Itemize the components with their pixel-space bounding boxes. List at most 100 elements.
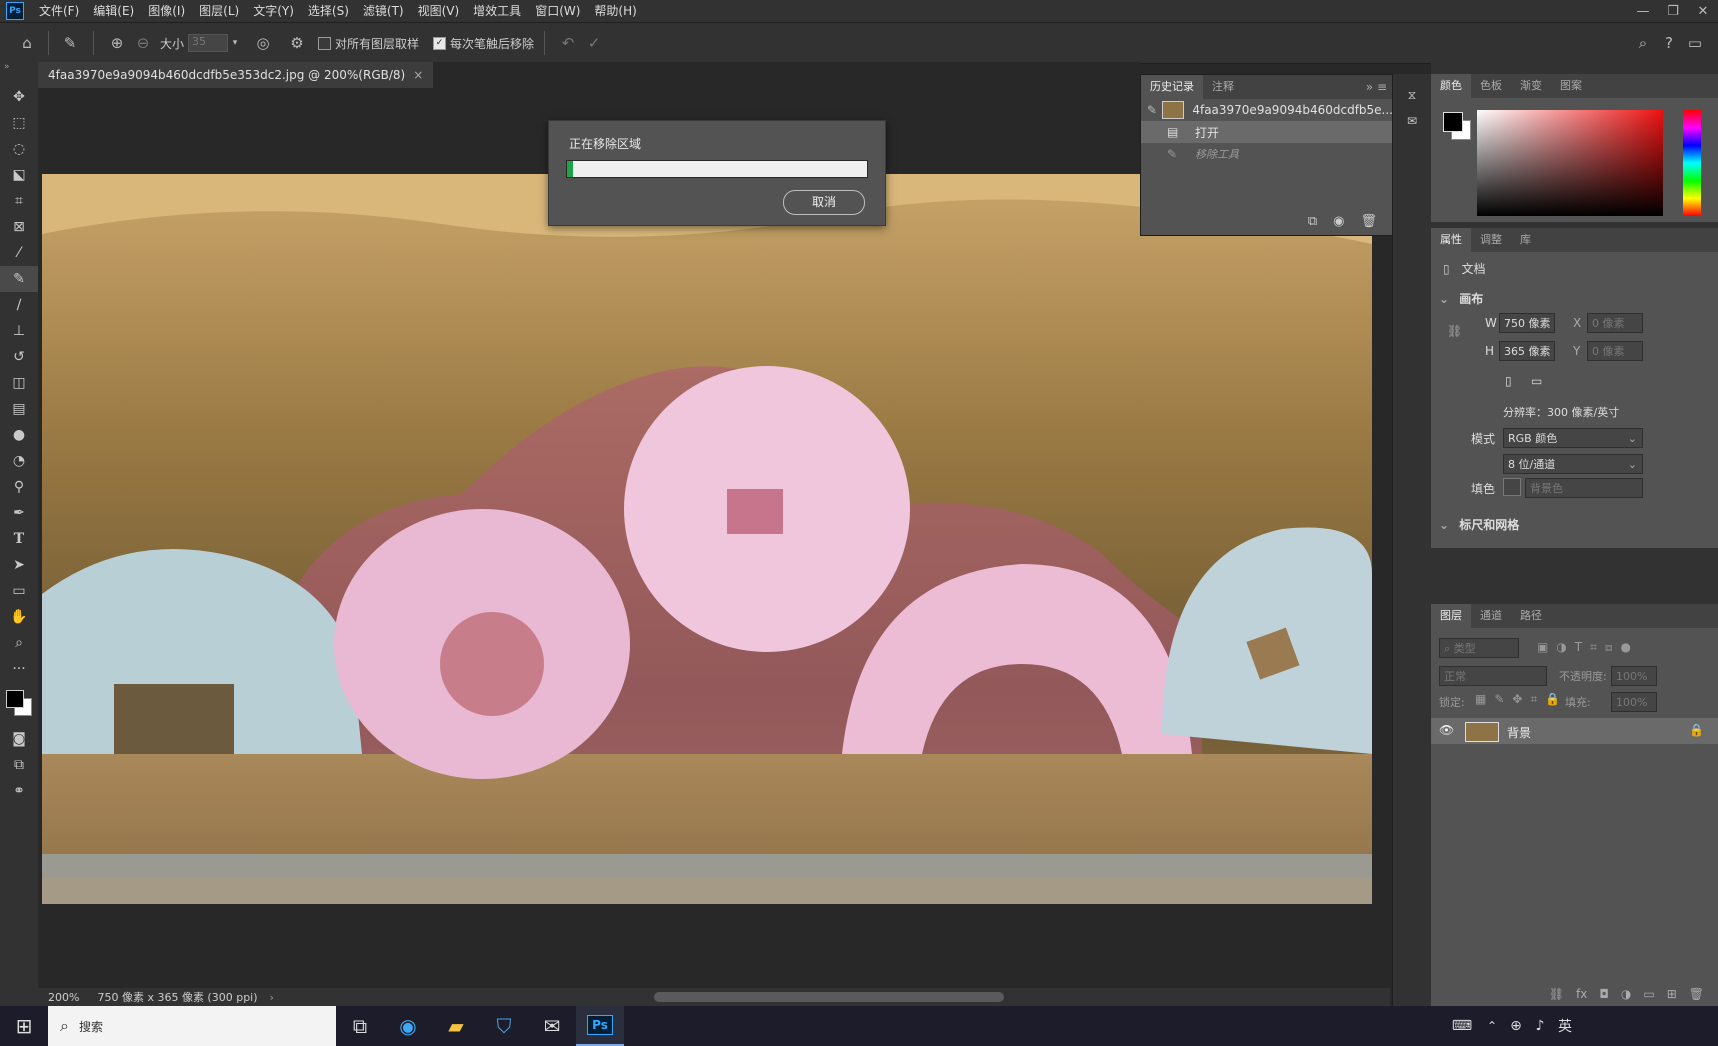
fill-color-swatch[interactable] bbox=[1503, 478, 1521, 496]
rulers-grids-section-header[interactable]: ⌄ 标尺和网格 bbox=[1439, 516, 1519, 533]
tab-gradients[interactable]: 渐变 bbox=[1511, 74, 1551, 98]
sample-all-layers-checkbox[interactable]: 对所有图层取样 bbox=[318, 35, 419, 52]
lock-icons[interactable]: ▦✎✥⌗🔒 bbox=[1475, 692, 1568, 707]
layer-filter-icons[interactable]: ▣◑T⌗⧈● bbox=[1537, 640, 1639, 655]
gear-icon[interactable]: ⚙ bbox=[284, 30, 310, 56]
camera-snapshot-icon[interactable]: ◉ bbox=[1333, 214, 1344, 229]
panel-menu-icon[interactable]: » ≡ bbox=[1366, 80, 1393, 94]
tab-properties[interactable]: 属性 bbox=[1431, 228, 1471, 252]
screen-mode-icon[interactable]: ⧉ bbox=[0, 752, 38, 778]
keyboard-icon[interactable]: ⌨ bbox=[1444, 1006, 1480, 1046]
history-panel-icon[interactable]: ⧖ bbox=[1393, 82, 1431, 108]
type-tool-icon[interactable]: T bbox=[0, 526, 38, 552]
menu-image[interactable]: 图像(I) bbox=[141, 0, 192, 22]
tab-swatches[interactable]: 色板 bbox=[1471, 74, 1511, 98]
network-globe-icon[interactable]: ⊕ bbox=[1504, 1006, 1528, 1046]
brush-tool-icon[interactable]: ∕ bbox=[0, 292, 38, 318]
tab-history[interactable]: 历史记录 bbox=[1141, 75, 1203, 99]
remove-after-stroke-checkbox[interactable]: ✓ 每次笔触后移除 bbox=[433, 35, 534, 52]
history-step-remove-tool[interactable]: ✎ 移除工具 bbox=[1141, 143, 1393, 165]
foreground-color-swatch[interactable] bbox=[6, 690, 24, 708]
remove-tool-preset-icon[interactable]: ✎ bbox=[57, 30, 83, 56]
menu-edit[interactable]: 编辑(E) bbox=[86, 0, 141, 22]
chevron-up-icon[interactable]: ⌃ bbox=[1480, 1006, 1504, 1046]
trash-icon[interactable]: 🗑 bbox=[1689, 987, 1704, 1001]
minimize-icon[interactable]: — bbox=[1628, 4, 1658, 19]
crop-tool-icon[interactable]: ⌗ bbox=[0, 188, 38, 214]
tab-layers[interactable]: 图层 bbox=[1431, 604, 1471, 628]
expand-toolbar-icon[interactable]: » bbox=[0, 62, 38, 84]
close-tab-icon[interactable]: × bbox=[413, 62, 423, 88]
ime-indicator[interactable]: 英 bbox=[1552, 1006, 1578, 1046]
width-field[interactable]: 750 像素 bbox=[1499, 313, 1555, 333]
history-step-open[interactable]: ▤ 打开 bbox=[1141, 121, 1393, 143]
file-explorer-icon[interactable]: ▰ bbox=[432, 1006, 480, 1046]
new-document-from-state-icon[interactable]: ⧉ bbox=[1308, 214, 1317, 229]
add-to-brush-icon[interactable]: ⊕ bbox=[104, 30, 130, 56]
object-select-tool-icon[interactable]: ⬕ bbox=[0, 162, 38, 188]
rectangle-tool-icon[interactable]: ▭ bbox=[0, 578, 38, 604]
chevron-right-icon[interactable]: › bbox=[270, 991, 274, 1004]
color-field[interactable] bbox=[1477, 110, 1663, 216]
zoom-tool-icon[interactable]: ⌕ bbox=[0, 630, 38, 656]
workspace-icon[interactable]: ▭ bbox=[1682, 30, 1708, 56]
new-layer-icon[interactable]: ⊞ bbox=[1667, 987, 1677, 1001]
size-input[interactable]: 35 bbox=[188, 34, 229, 52]
undo-icon[interactable]: ↶ bbox=[555, 30, 581, 56]
stamp-tool-icon[interactable]: ⊥ bbox=[0, 318, 38, 344]
dodge-tool-icon[interactable]: ◔ bbox=[0, 448, 38, 474]
commit-check-icon[interactable]: ✓ bbox=[581, 30, 607, 56]
history-brush-tool-icon[interactable]: ↺ bbox=[0, 344, 38, 370]
frame-tool-icon[interactable]: ⊠ bbox=[0, 214, 38, 240]
home-icon[interactable]: ⌂ bbox=[14, 30, 40, 56]
landscape-orientation-icon[interactable]: ▭ bbox=[1531, 374, 1542, 388]
eyedropper-tool-icon[interactable]: ⁄ bbox=[0, 240, 38, 266]
blur-tool-icon[interactable]: ● bbox=[0, 422, 38, 448]
opacity-field[interactable]: 100% bbox=[1611, 666, 1657, 686]
horizontal-scrollbar[interactable] bbox=[653, 992, 1004, 1002]
store-icon[interactable]: ⛉ bbox=[480, 1006, 528, 1046]
taskbar-search-box[interactable]: ⌕ 搜索 bbox=[48, 1006, 336, 1046]
menu-select[interactable]: 选择(S) bbox=[301, 0, 356, 22]
zoom-search-tool-icon[interactable]: ⚲ bbox=[0, 474, 38, 500]
menu-window[interactable]: 窗口(W) bbox=[528, 0, 587, 22]
pen-tool-icon[interactable]: ✒ bbox=[0, 500, 38, 526]
blend-mode-select[interactable]: 正常 bbox=[1439, 666, 1547, 686]
mode-select[interactable]: RGB 颜色 ⌄ bbox=[1503, 428, 1643, 448]
portrait-orientation-icon[interactable]: ▯ bbox=[1505, 374, 1512, 388]
edit-toolbar-icon[interactable]: ⚭ bbox=[0, 778, 38, 804]
fill-opacity-field[interactable]: 100% bbox=[1611, 692, 1657, 712]
new-group-icon[interactable]: ▭ bbox=[1643, 987, 1654, 1001]
layer-row-background[interactable]: 👁 背景 🔒 bbox=[1431, 718, 1718, 744]
tab-color[interactable]: 颜色 bbox=[1431, 74, 1471, 98]
move-tool-icon[interactable]: ✥ bbox=[0, 84, 38, 110]
link-icon[interactable]: ⛓ bbox=[1447, 324, 1462, 338]
lasso-tool-icon[interactable]: ◌ bbox=[0, 136, 38, 162]
menu-filter[interactable]: 滤镜(T) bbox=[356, 0, 411, 22]
tab-libraries[interactable]: 库 bbox=[1511, 228, 1540, 252]
menu-help[interactable]: 帮助(H) bbox=[587, 0, 643, 22]
cancel-button[interactable]: 取消 bbox=[783, 190, 865, 215]
mail-icon[interactable]: ✉ bbox=[528, 1006, 576, 1046]
eye-visibility-icon[interactable]: 👁 bbox=[1439, 723, 1454, 737]
remove-tool-icon[interactable]: ✎ bbox=[0, 266, 38, 292]
task-view-icon[interactable]: ⧉ bbox=[336, 1006, 384, 1046]
windows-start-icon[interactable]: ⊞ bbox=[0, 1006, 48, 1046]
tab-adjustments[interactable]: 调整 bbox=[1471, 228, 1511, 252]
add-mask-icon[interactable]: ◘ bbox=[1599, 987, 1609, 1001]
close-icon[interactable]: ✕ bbox=[1688, 4, 1718, 19]
tab-patterns[interactable]: 图案 bbox=[1551, 74, 1591, 98]
bit-depth-select[interactable]: 8 位/通道 ⌄ bbox=[1503, 454, 1643, 474]
hand-tool-icon[interactable]: ✋ bbox=[0, 604, 38, 630]
menu-layer[interactable]: 图层(L) bbox=[192, 0, 246, 22]
adjustment-layer-icon[interactable]: ◑ bbox=[1621, 987, 1631, 1001]
tab-channels[interactable]: 通道 bbox=[1471, 604, 1511, 628]
notes-panel-icon[interactable]: ✉ bbox=[1393, 108, 1431, 134]
brush-pressure-icon[interactable]: ◎ bbox=[250, 30, 276, 56]
fx-icon[interactable]: fx bbox=[1576, 987, 1587, 1001]
tab-paths[interactable]: 路径 bbox=[1511, 604, 1551, 628]
tab-notes[interactable]: 注释 bbox=[1203, 75, 1243, 99]
menu-type[interactable]: 文字(Y) bbox=[246, 0, 301, 22]
canvas-section-header[interactable]: ⌄ 画布 bbox=[1439, 290, 1483, 307]
menu-plugins[interactable]: 增效工具 bbox=[466, 0, 528, 22]
